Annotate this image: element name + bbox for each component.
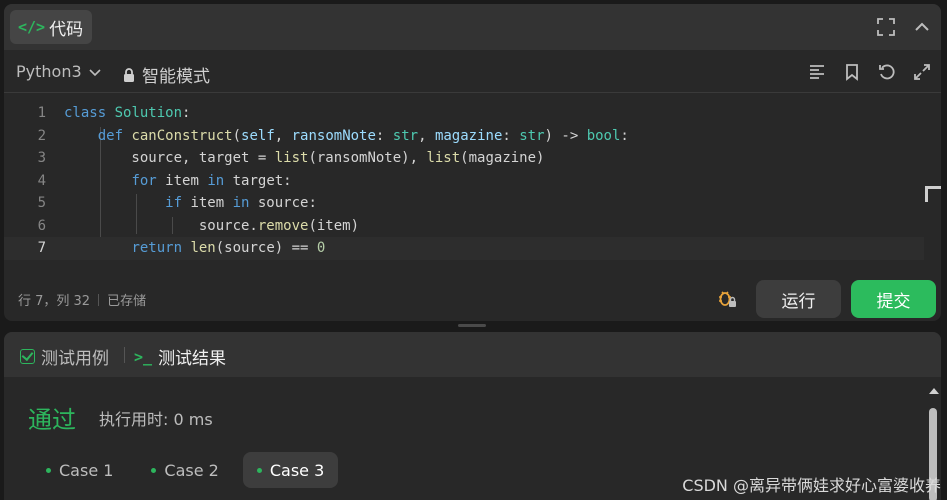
results-panel-header: 测试用例 >_ 测试结果 [4,332,941,377]
smart-mode-label: 智能模式 [142,67,210,87]
case-tab-1[interactable]: Case 1 [32,452,127,488]
line-number: 2 [37,127,46,144]
case-tabs: Case 1 Case 2 Case 3 [32,452,339,488]
case-label: Case 3 [269,460,325,480]
code-panel-header: </> 代码 [4,4,941,50]
editor-status-bar: 行 7，列 32 已存储 运行 提交 [4,266,941,321]
code-line-3: 3 source, target = list(ransomNote), lis… [4,147,924,170]
runtime: 执行用时: 0 ms [99,410,213,429]
checkbox-icon [20,349,35,364]
result-status: 通过 [28,406,76,434]
tab-code[interactable]: </> 代码 [10,10,92,44]
format-icon[interactable] [806,61,828,83]
debug-bug-icon[interactable] [716,288,738,310]
code-line-1: 1 class Solution: [4,102,924,125]
code-line-6: 6 source.remove(item) [4,215,924,238]
expand-icon[interactable] [911,61,933,83]
fullscreen-icon[interactable] [875,16,897,38]
terminal-icon: >_ [134,347,153,366]
code-icon: </> [18,18,46,36]
cursor-position: 行 7，列 32 [18,294,91,309]
pass-dot-icon [151,467,157,473]
smart-mode-toggle[interactable]: 智能模式 [122,62,210,87]
case-tab-2[interactable]: Case 2 [137,452,232,488]
language-label: Python3 [16,62,82,81]
line-number: 1 [37,105,46,122]
scroll-up-arrow-icon[interactable] [929,388,939,394]
case-label: Case 2 [164,460,219,480]
code-line-7: 7 return len(source) == 0 [4,237,924,260]
code-panel: </> 代码 Python3 智能模式 1 class Solution: 2 … [4,4,941,321]
lock-icon [124,67,134,82]
case-label: Case 1 [59,460,114,480]
bookmark-icon[interactable] [841,61,863,83]
pass-dot-icon [46,467,51,473]
collapse-chevron-up-icon[interactable] [911,16,933,38]
tab-results-label: 测试结果 [158,349,227,369]
code-editor[interactable]: 1 class Solution: 2 def canConstruct(sel… [4,94,941,264]
line-number: 3 [37,150,46,167]
case-tab-3[interactable]: Case 3 [242,452,339,488]
code-line-2: 2 def canConstruct(self, ransomNote: str… [4,125,924,148]
watermark: CSDN @离异带俩娃求好心富婆收养 [682,476,941,495]
tab-testcases[interactable]: 测试用例 [20,344,109,369]
tab-testcases-label: 测试用例 [41,349,109,369]
code-line-5: 5 if item in source: [4,192,924,215]
tab-results[interactable]: >_ 测试结果 [134,344,227,370]
chevron-down-icon [89,68,101,76]
submit-button[interactable]: 提交 [851,280,936,318]
line-number: 4 [37,172,46,189]
code-line-4: 4 for item in target: [4,170,924,193]
language-selector[interactable]: Python3 [16,62,102,81]
resize-handle[interactable] [458,324,486,327]
tab-code-label: 代码 [49,19,84,40]
editor-toolbar: Python3 智能模式 [4,50,941,93]
editor-scroll-marker [925,186,941,202]
run-button[interactable]: 运行 [756,280,841,318]
line-number: 7 [37,240,46,257]
tab-divider [124,347,125,363]
line-number: 5 [37,195,46,212]
save-status: 已存储 [107,294,147,309]
line-number: 6 [37,217,46,234]
reset-icon[interactable] [876,61,898,83]
pass-dot-icon [256,467,262,473]
